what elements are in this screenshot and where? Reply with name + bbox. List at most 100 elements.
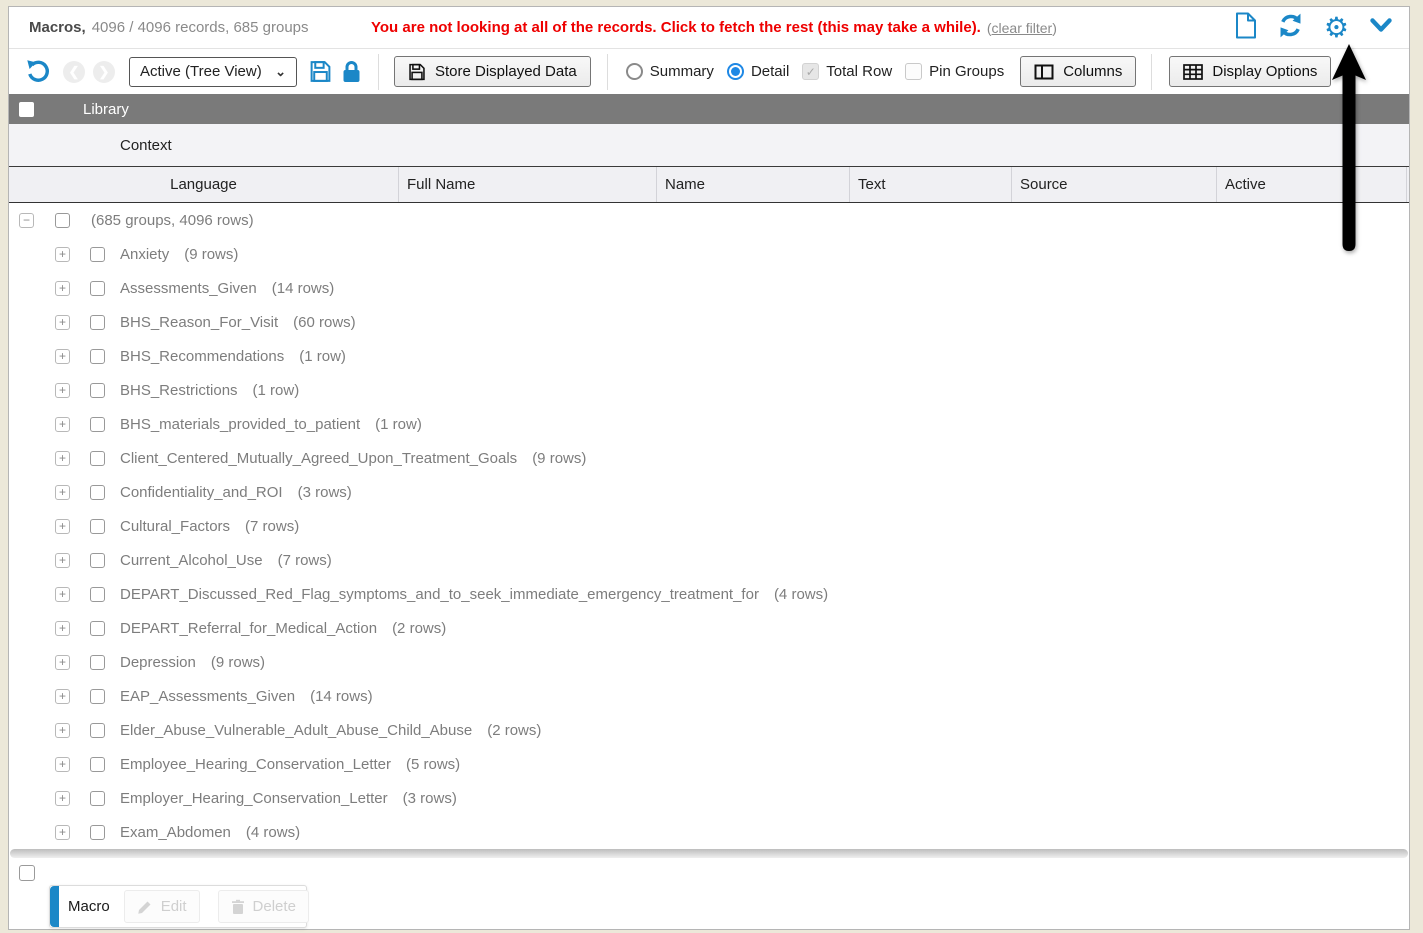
- detail-radio[interactable]: [727, 63, 744, 80]
- row-checkbox[interactable]: [90, 451, 105, 466]
- tree-grid: −(685 groups, 4096 rows)+Anxiety(9 rows)…: [9, 203, 1409, 849]
- expand-icon[interactable]: +: [55, 247, 70, 262]
- columns-button[interactable]: Columns: [1020, 56, 1136, 87]
- tree-row: +Current_Alcohol_Use(7 rows): [9, 543, 1409, 577]
- row-checkbox[interactable]: [90, 553, 105, 568]
- column-header-language[interactable]: Language: [9, 167, 399, 202]
- group-name: Client_Centered_Mutually_Agreed_Upon_Tre…: [120, 450, 517, 467]
- detail-label: Detail: [751, 63, 789, 80]
- group-row-count: (3 rows): [403, 790, 457, 807]
- group-row-count: (1 row): [253, 382, 300, 399]
- column-header-source[interactable]: Source: [1012, 167, 1217, 202]
- expand-icon[interactable]: +: [55, 281, 70, 296]
- expand-icon[interactable]: +: [55, 519, 70, 534]
- row-checkbox[interactable]: [55, 213, 70, 228]
- clear-filter-link[interactable]: clear filter: [992, 20, 1053, 36]
- expand-icon[interactable]: +: [55, 315, 70, 330]
- chevron-down-icon: ⌄: [275, 64, 286, 80]
- page-title: Macros,: [29, 19, 86, 36]
- group-row-count: (1 row): [299, 348, 346, 365]
- save-icon: [408, 63, 426, 81]
- column-header-text[interactable]: Text: [850, 167, 1012, 202]
- pin-groups-checkbox[interactable]: [905, 63, 922, 80]
- expand-icon[interactable]: +: [55, 417, 70, 432]
- context-group-label: Context: [120, 137, 172, 154]
- expand-icon[interactable]: +: [55, 655, 70, 670]
- expand-icon[interactable]: +: [55, 587, 70, 602]
- expand-icon[interactable]: +: [55, 757, 70, 772]
- summary-radio-group: Summary: [626, 63, 714, 80]
- expand-icon[interactable]: +: [55, 791, 70, 806]
- history-back-icon[interactable]: ❮: [63, 61, 85, 83]
- fetch-warning-link[interactable]: You are not looking at all of the record…: [371, 19, 981, 36]
- store-displayed-data-button[interactable]: Store Displayed Data: [394, 56, 591, 87]
- row-checkbox[interactable]: [90, 655, 105, 670]
- column-header-filler: [1407, 167, 1409, 202]
- row-checkbox[interactable]: [90, 587, 105, 602]
- expand-icon[interactable]: +: [55, 621, 70, 636]
- row-checkbox[interactable]: [90, 315, 105, 330]
- row-checkbox[interactable]: [90, 791, 105, 806]
- expand-icon[interactable]: +: [55, 349, 70, 364]
- view-select[interactable]: Active (Tree View) ⌄: [129, 57, 297, 87]
- expand-icon[interactable]: +: [55, 723, 70, 738]
- row-checkbox[interactable]: [90, 349, 105, 364]
- library-select-all-checkbox[interactable]: [19, 102, 34, 117]
- macro-panel-accent: [50, 886, 59, 927]
- total-row-label: Total Row: [826, 63, 892, 80]
- row-checkbox[interactable]: [90, 383, 105, 398]
- summary-label: Summary: [650, 63, 714, 80]
- group-name: EAP_Assessments_Given: [120, 688, 295, 705]
- collapse-chevron-icon[interactable]: [1369, 17, 1393, 39]
- row-checkbox[interactable]: [90, 247, 105, 262]
- edit-button[interactable]: Edit: [124, 890, 200, 923]
- macro-panel-label: Macro: [68, 898, 110, 915]
- horizontal-scrollbar[interactable]: [10, 849, 1408, 858]
- row-checkbox[interactable]: [90, 689, 105, 704]
- expand-icon[interactable]: +: [55, 451, 70, 466]
- library-group-label: Library: [83, 101, 129, 118]
- pin-groups-group: Pin Groups: [905, 63, 1004, 80]
- row-checkbox[interactable]: [90, 825, 105, 840]
- column-header-active[interactable]: Active: [1217, 167, 1407, 202]
- title-bar: Macros, 4096 / 4096 records, 685 groups …: [9, 7, 1409, 49]
- toolbar-divider: [1151, 54, 1152, 90]
- footer-row-checkbox[interactable]: [19, 865, 35, 881]
- display-options-label: Display Options: [1212, 63, 1317, 80]
- row-checkbox[interactable]: [90, 281, 105, 296]
- row-checkbox[interactable]: [90, 757, 105, 772]
- total-row-checkbox[interactable]: ✓: [802, 63, 819, 80]
- row-checkbox[interactable]: [90, 519, 105, 534]
- expand-icon[interactable]: +: [55, 383, 70, 398]
- lock-icon[interactable]: [341, 60, 362, 84]
- row-checkbox[interactable]: [90, 417, 105, 432]
- toolbar-divider: [607, 54, 608, 90]
- tree-row: +EAP_Assessments_Given(14 rows): [9, 679, 1409, 713]
- expand-icon[interactable]: +: [55, 689, 70, 704]
- group-name: Employer_Hearing_Conservation_Letter: [120, 790, 388, 807]
- expand-icon[interactable]: +: [55, 553, 70, 568]
- display-options-button[interactable]: Display Options: [1169, 56, 1331, 87]
- history-forward-icon[interactable]: ❯: [93, 61, 115, 83]
- row-checkbox[interactable]: [90, 723, 105, 738]
- column-header-name[interactable]: Name: [657, 167, 850, 202]
- summary-radio[interactable]: [626, 63, 643, 80]
- delete-button[interactable]: Delete: [218, 890, 309, 923]
- save-view-icon[interactable]: [309, 60, 332, 83]
- tree-row: +Employee_Hearing_Conservation_Letter(5 …: [9, 747, 1409, 781]
- expand-icon[interactable]: +: [55, 825, 70, 840]
- record-summary: 4096 / 4096 records, 685 groups: [92, 19, 309, 36]
- settings-gear-icon[interactable]: ⚙: [1324, 14, 1349, 42]
- row-checkbox[interactable]: [90, 621, 105, 636]
- group-name: BHS_Reason_For_Visit: [120, 314, 278, 331]
- undo-icon[interactable]: [25, 59, 50, 84]
- group-row-count: (14 rows): [272, 280, 335, 297]
- group-row-count: (1 row): [375, 416, 422, 433]
- new-document-icon[interactable]: [1235, 12, 1257, 44]
- column-header-full-name[interactable]: Full Name: [399, 167, 657, 202]
- row-checkbox[interactable]: [90, 485, 105, 500]
- collapse-icon[interactable]: −: [19, 213, 34, 228]
- refresh-icon[interactable]: [1277, 12, 1304, 44]
- bottom-area: Macro Edit Delete: [9, 858, 1409, 929]
- expand-icon[interactable]: +: [55, 485, 70, 500]
